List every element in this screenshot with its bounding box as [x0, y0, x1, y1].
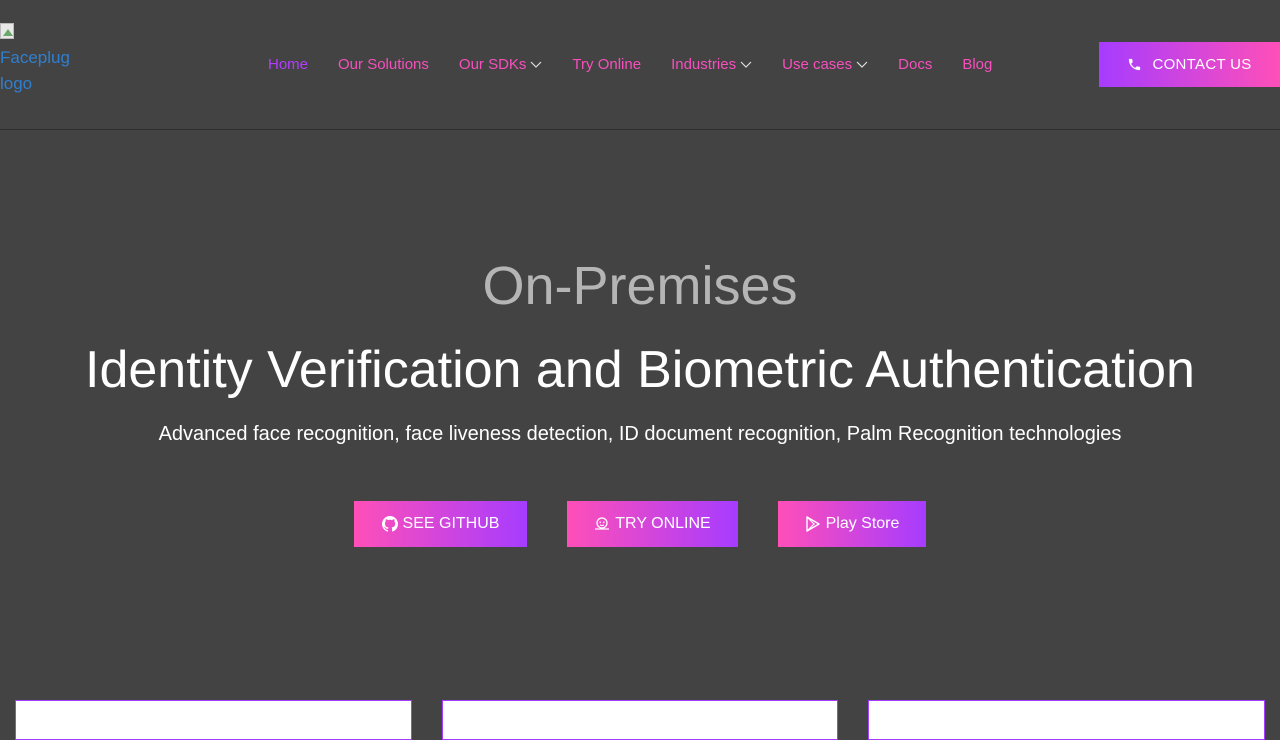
nav-our-solutions-label: Our Solutions — [338, 55, 429, 73]
nav-try-online-label: Try Online — [572, 55, 642, 73]
nav-try-online[interactable]: Try Online — [572, 56, 641, 73]
play-store-button[interactable]: Play Store — [778, 501, 926, 547]
nav-use-cases[interactable]: Use cases — [782, 56, 868, 73]
see-github-button[interactable]: SEE GITHUB — [354, 501, 527, 547]
nav-our-sdks[interactable]: Our SDKs — [459, 56, 543, 73]
site-logo[interactable]: Faceplug logo — [0, 19, 80, 97]
see-github-label: SEE GITHUB — [402, 515, 500, 532]
feature-card — [868, 700, 1265, 740]
play-store-icon — [805, 516, 820, 532]
logo-alt-text-line1: Faceplug — [0, 48, 70, 67]
contact-us-button[interactable]: CONTACT US — [1099, 42, 1280, 87]
nav-use-cases-label: Use cases — [782, 55, 853, 73]
hero-title: Identity Verification and Biometric Auth… — [85, 341, 1195, 399]
nav-home[interactable]: Home — [268, 56, 308, 73]
chevron-down-icon — [856, 58, 868, 70]
nav-home-label: Home — [268, 55, 309, 73]
contact-us-label: CONTACT US — [1152, 56, 1252, 73]
try-online-label: TRY ONLINE — [615, 515, 711, 532]
main-nav: Home Our Solutions Our SDKs Try Online I… — [268, 52, 1022, 76]
site-header: Faceplug logo Home Our Solutions Our SDK… — [0, 0, 1280, 130]
nav-docs-label: Docs — [898, 55, 933, 73]
hero-subtitle: On-Premises — [482, 256, 798, 316]
play-store-label: Play Store — [825, 515, 900, 532]
nav-our-sdks-label: Our SDKs — [458, 55, 527, 73]
chevron-down-icon — [740, 58, 752, 70]
nav-industries-label: Industries — [671, 55, 737, 73]
nav-industries[interactable]: Industries — [671, 56, 752, 73]
feature-card — [15, 700, 412, 740]
nav-blog-label: Blog — [962, 55, 993, 73]
broken-image-icon — [0, 23, 14, 39]
hero-description: Advanced face recognition, face liveness… — [158, 423, 1122, 445]
feature-card — [442, 700, 838, 740]
try-online-button[interactable]: TRY ONLINE — [567, 501, 738, 547]
nav-docs[interactable]: Docs — [898, 56, 932, 73]
github-icon — [381, 516, 398, 532]
chevron-down-icon — [530, 58, 542, 70]
phone-icon — [1129, 58, 1141, 71]
nav-blog[interactable]: Blog — [962, 56, 992, 73]
logo-alt-text-line2: logo — [0, 74, 33, 93]
face-scan-icon — [595, 517, 610, 530]
nav-our-solutions[interactable]: Our Solutions — [338, 56, 429, 73]
